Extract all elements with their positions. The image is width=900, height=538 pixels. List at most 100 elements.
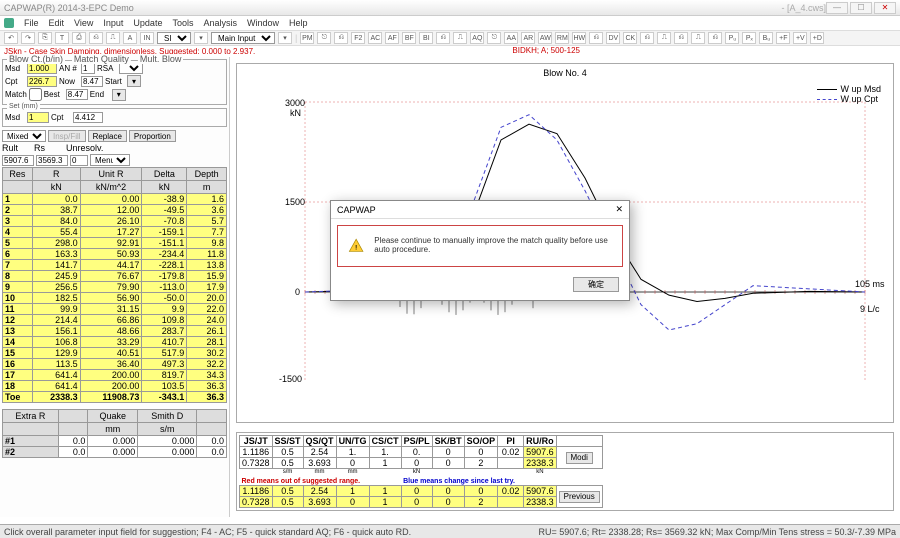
menu-view[interactable]: View xyxy=(74,18,93,28)
toolbar-button[interactable]: ⎍ xyxy=(106,32,120,44)
toolbar-button[interactable]: ⎋ xyxy=(317,32,331,44)
toolbar-button[interactable]: F2 xyxy=(351,32,365,44)
toolbar-select[interactable]: Main Input xyxy=(211,32,275,44)
set-cpt-input[interactable] xyxy=(73,112,103,123)
toolbar-button[interactable]: AC xyxy=(368,32,382,44)
svg-text:0: 0 xyxy=(295,287,300,297)
toolbar-button[interactable]: IN xyxy=(140,32,154,44)
insp-button: Insp/Fill xyxy=(48,130,86,142)
toolbar-button[interactable]: ⎙ xyxy=(72,32,86,44)
end-down-button[interactable]: ▾ xyxy=(112,89,126,101)
best-input[interactable] xyxy=(66,89,88,100)
menu-update[interactable]: Update xyxy=(133,18,162,28)
extra-table: Extra RQuakeSmith Dmms/m#10.00.0000.0000… xyxy=(2,409,227,458)
warning-icon: ! xyxy=(348,236,364,256)
toolbar-button[interactable]: ↷ xyxy=(21,32,35,44)
toolbar-button[interactable]: BF xyxy=(402,32,416,44)
cpt-input[interactable] xyxy=(27,76,57,87)
rs-input[interactable] xyxy=(36,155,68,166)
menu-file[interactable]: File xyxy=(24,18,39,28)
toolbar-button[interactable]: Pₓ xyxy=(742,32,756,44)
toolbar-button[interactable]: PM xyxy=(300,32,314,44)
svg-text:!: ! xyxy=(355,244,357,251)
rsa-select[interactable]: 0 xyxy=(119,63,143,74)
menu-select[interactable]: Menu ▾ xyxy=(90,154,130,166)
dialog-message: Please continue to manually improve the … xyxy=(374,236,612,256)
rult-input[interactable] xyxy=(2,155,34,166)
menu-input[interactable]: Input xyxy=(103,18,123,28)
toolbar-button[interactable]: AA xyxy=(504,32,518,44)
previous-button[interactable]: Previous xyxy=(559,491,600,503)
dialog-title: CAPWAP xyxy=(337,205,376,215)
menu-help[interactable]: Help xyxy=(289,18,308,28)
close-button[interactable]: ✕ xyxy=(874,2,896,14)
bidkh-label: BIDKH; A; 500-125 xyxy=(512,46,580,55)
start-down-button[interactable]: ▾ xyxy=(127,75,141,87)
toolbar-button[interactable]: ⎘ xyxy=(38,32,52,44)
toolbar-button[interactable]: ▾ xyxy=(194,32,208,44)
params-panel: JS/JTSS/STQS/QTUN/TGCS/CTPS/PLSK/BTSO/OP… xyxy=(236,432,894,511)
msd-input[interactable] xyxy=(27,63,57,74)
svg-text:9 L/c: 9 L/c xyxy=(860,304,880,314)
toolbar-button[interactable]: ⎌ xyxy=(436,32,450,44)
toolbar-button[interactable]: AF xyxy=(385,32,399,44)
toolbar-button[interactable]: ⎋ xyxy=(487,32,501,44)
toolbar-button[interactable]: HW xyxy=(572,32,586,44)
toolbar-button[interactable]: ⎍ xyxy=(453,32,467,44)
toolbar-button[interactable]: CK xyxy=(623,32,637,44)
status-left: Click overall parameter input field for … xyxy=(4,527,411,537)
toolbar-button[interactable]: Bᵤ xyxy=(759,32,773,44)
app-title: CAPWAP(R) 2014-3-EPC Demo xyxy=(4,3,741,13)
toolbar-button[interactable]: ⎌ xyxy=(334,32,348,44)
match-checkbox[interactable] xyxy=(29,88,42,101)
toolbar-button[interactable]: A xyxy=(123,32,137,44)
unres-input[interactable] xyxy=(70,155,88,166)
params-table: JS/JTSS/STQS/QTUN/TGCS/CTPS/PLSK/BTSO/OP… xyxy=(239,435,603,508)
app-icon xyxy=(4,18,14,28)
title-bar: CAPWAP(R) 2014-3-EPC Demo - [A_4.cws] — … xyxy=(0,0,900,16)
toolbar-button[interactable]: Pᵤ xyxy=(725,32,739,44)
results-table: ResRUnit RDeltaDepthkNkN/m^2kNm10.00.00-… xyxy=(2,167,227,403)
toolbar-button[interactable]: ⎌ xyxy=(674,32,688,44)
menu-window[interactable]: Window xyxy=(247,18,279,28)
toolbar-button[interactable]: ⎍ xyxy=(657,32,671,44)
mixed-select[interactable]: Mixed ▾ xyxy=(2,130,46,142)
now-input[interactable] xyxy=(81,76,103,87)
toolbar-button[interactable]: AR xyxy=(521,32,535,44)
toolbar-button[interactable]: ⎌ xyxy=(589,32,603,44)
set-msd-input[interactable] xyxy=(27,112,49,123)
maximize-button[interactable]: ☐ xyxy=(850,2,872,14)
toolbar-button[interactable]: T xyxy=(55,32,69,44)
svg-text:105 ms: 105 ms xyxy=(855,279,885,289)
toolbar-button[interactable]: ⎌ xyxy=(708,32,722,44)
toolbar-button[interactable]: ⎍ xyxy=(691,32,705,44)
menu-tools[interactable]: Tools xyxy=(172,18,193,28)
modi-button[interactable]: Modi xyxy=(566,452,593,464)
toolbar-button[interactable]: BI xyxy=(419,32,433,44)
toolbar-button[interactable]: ↶ xyxy=(4,32,18,44)
toolbar-button[interactable]: AW xyxy=(538,32,552,44)
an-input[interactable] xyxy=(81,63,95,74)
toolbar: ↶↷⎘T⎙⎌⎍AINSI▾Main Input▾|PM⎋⎌F2ACAFBFBI⎌… xyxy=(0,30,900,46)
legend: W up Msd W up Cpt xyxy=(817,84,881,104)
menu-bar: File Edit View Input Update Tools Analys… xyxy=(0,16,900,30)
menu-analysis[interactable]: Analysis xyxy=(203,18,237,28)
toolbar-button[interactable]: ▾ xyxy=(278,32,292,44)
toolbar-button[interactable]: ⎌ xyxy=(640,32,654,44)
proportion-button[interactable]: Proportion xyxy=(129,130,176,142)
menu-edit[interactable]: Edit xyxy=(49,18,65,28)
toolbar-select[interactable]: SI xyxy=(157,32,191,44)
toolbar-button[interactable]: +F xyxy=(776,32,790,44)
dialog-ok-button[interactable]: 确定 xyxy=(573,277,619,292)
toolbar-button[interactable]: +V xyxy=(793,32,807,44)
set-group: Set (mm) Msd Cpt xyxy=(2,108,227,127)
toolbar-button[interactable]: +D xyxy=(810,32,824,44)
toolbar-button[interactable]: DV xyxy=(606,32,620,44)
toolbar-button[interactable]: ⎌ xyxy=(89,32,103,44)
minimize-button[interactable]: — xyxy=(826,2,848,14)
left-panel: Blow Ct.(b/in) — Match Quality — Mult. B… xyxy=(0,57,230,517)
toolbar-button[interactable]: RM xyxy=(555,32,569,44)
toolbar-button[interactable]: AQ xyxy=(470,32,484,44)
dialog-close-icon[interactable]: ✕ xyxy=(615,204,623,215)
replace-button[interactable]: Replace xyxy=(88,130,127,142)
